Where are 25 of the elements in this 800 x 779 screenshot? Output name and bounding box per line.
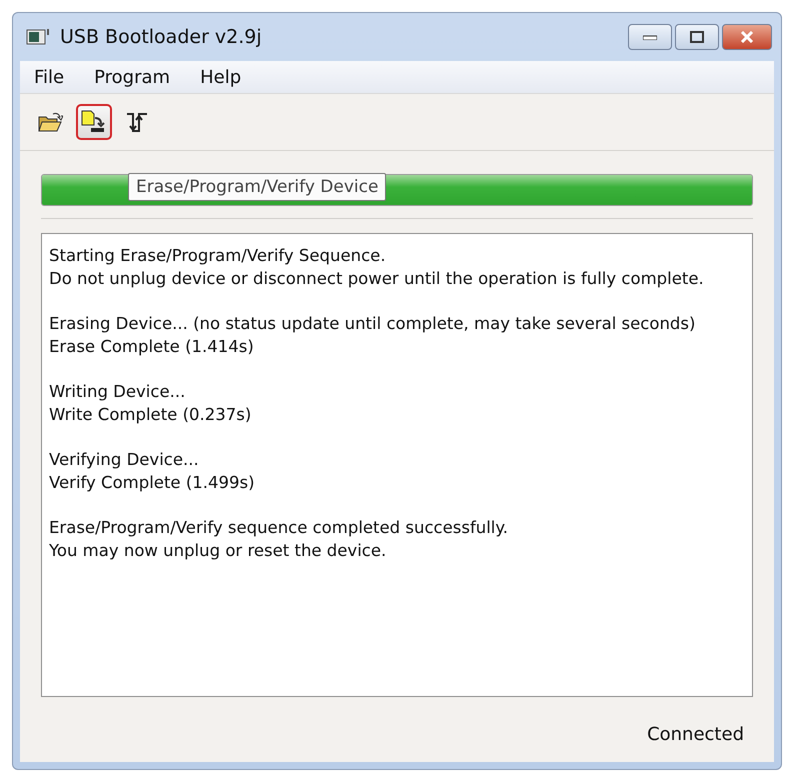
log-line: Verifying Device... [49, 449, 200, 471]
minimize-icon [643, 34, 657, 40]
log-line: You may now unplug or reset the device. [49, 540, 388, 562]
log-line: Erase Complete (1.414s) [49, 336, 255, 358]
log-line: Verify Complete (1.499s) [49, 472, 256, 494]
log-line: Erasing Device... (no status update until complete, may take several seconds) [49, 313, 696, 335]
log-line: Write Complete (0.237s) [49, 404, 252, 426]
log-line: Erase/Program/Verify sequence completed successfully. [49, 517, 510, 539]
status-text: Connected [647, 724, 744, 745]
close-button[interactable] [722, 24, 772, 50]
program-button[interactable] [76, 104, 112, 140]
maximize-icon [690, 31, 704, 43]
menu-item[interactable]: File [20, 66, 74, 88]
menu-item[interactable]: Program [80, 66, 180, 88]
app-icon [26, 28, 50, 46]
log-line: Do not unplug device or disconnect power until the operation is fully complete. [49, 268, 705, 290]
log-line: Writing Device... [49, 381, 186, 403]
log-line: Starting Erase/Program/Verify Sequence. [49, 245, 387, 267]
open-folder-icon [37, 111, 63, 133]
window-title: USB Bootloader v2.9j [60, 26, 263, 48]
minimize-button[interactable] [628, 24, 672, 50]
maximize-button[interactable] [675, 24, 719, 50]
tooltip: Erase/Program/Verify Device [128, 173, 386, 201]
menu-item[interactable]: Help [186, 66, 252, 88]
close-icon [740, 31, 754, 43]
